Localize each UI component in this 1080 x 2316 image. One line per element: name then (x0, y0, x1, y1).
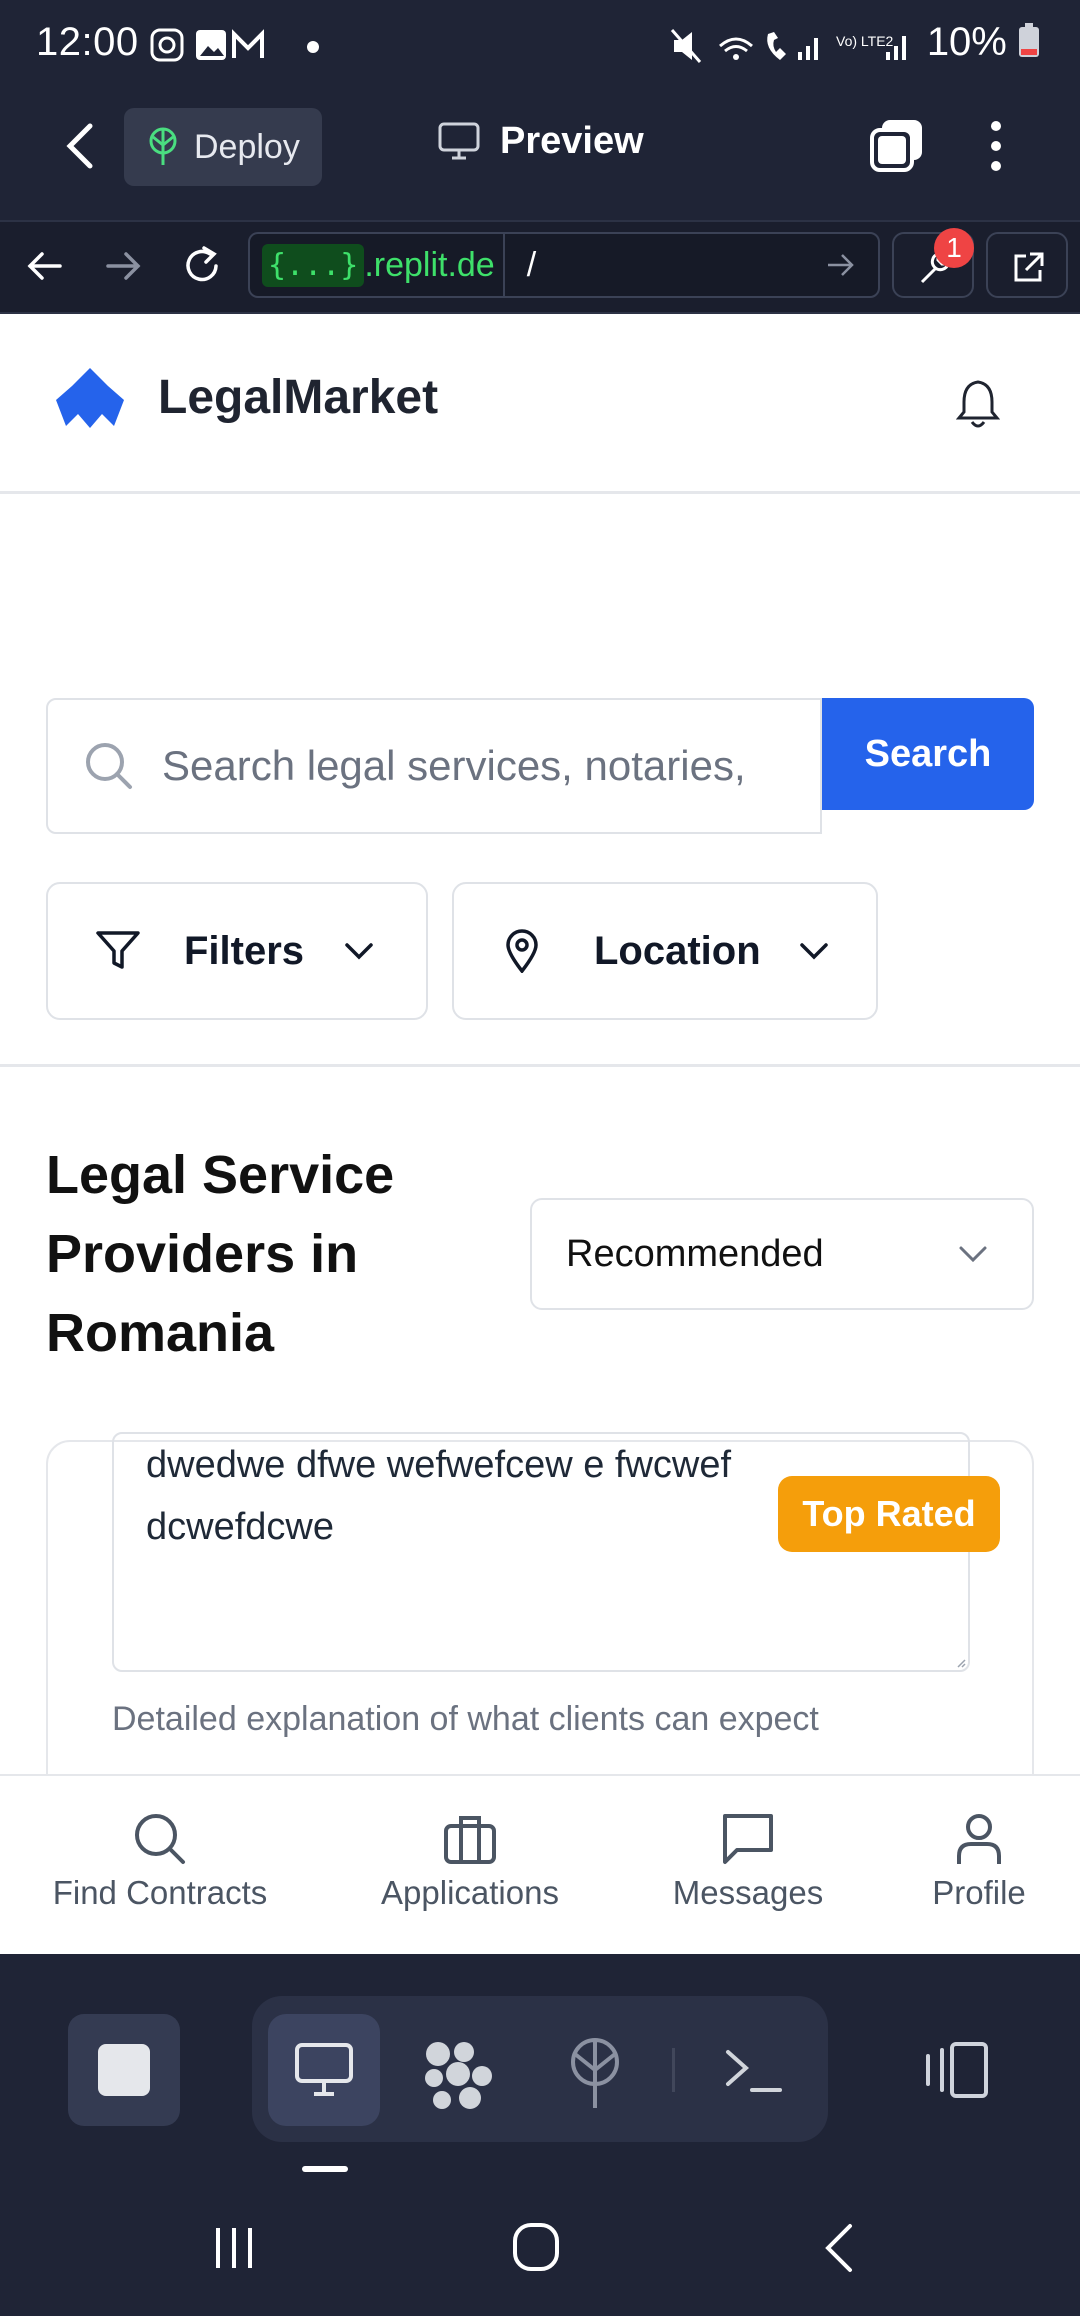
search-field[interactable]: Search legal services, notaries, (46, 698, 822, 834)
toolbar-separator (672, 2048, 675, 2092)
sort-select[interactable]: Recommended (530, 1198, 1034, 1310)
search-placeholder: Search legal services, notaries, (162, 742, 746, 789)
chevron-down-icon (959, 1246, 987, 1263)
section-title: Legal Service Providers in Romania (46, 1145, 395, 1363)
reload-icon[interactable] (180, 244, 224, 288)
nav-label: Profile (932, 1874, 1026, 1911)
external-link-icon (1014, 252, 1044, 282)
tabs-icon[interactable] (868, 116, 928, 176)
split-view-icon[interactable] (922, 2040, 992, 2100)
bell-icon[interactable] (956, 378, 1000, 430)
description-textarea[interactable]: dwedwe dfwe wefwefcew e fwcwef dcwefdcwe (112, 1432, 970, 1672)
chevron-down-icon (345, 943, 373, 960)
section-divider (0, 1064, 1080, 1067)
deploy-button[interactable]: Deploy (124, 108, 322, 186)
nav-label: Applications (381, 1874, 559, 1911)
monitor-icon (295, 2043, 353, 2096)
app-viewport: LegalMarket Search legal services, notar… (0, 314, 1080, 1954)
home-icon[interactable] (512, 2222, 560, 2272)
nav-applications[interactable]: Applications (350, 1776, 590, 1954)
dot-icon (307, 41, 319, 53)
user-icon (957, 1814, 1001, 1864)
notification-badge: 1 (934, 228, 974, 268)
terminal-icon[interactable] (724, 2046, 784, 2096)
app-header: LegalMarket (0, 314, 1080, 494)
network-label: Vo) LTE2 (836, 33, 894, 49)
browser-back-icon[interactable] (24, 248, 64, 284)
preview-tool-button[interactable] (268, 2014, 380, 2126)
preview-label: Preview (500, 120, 644, 162)
search-icon (135, 1814, 185, 1864)
search-icon (86, 743, 132, 789)
workspace-tool-icon[interactable] (424, 2040, 494, 2110)
url-host-chip: {...} (262, 243, 365, 287)
browser-forward-icon[interactable] (104, 248, 144, 284)
filters-label: Filters (184, 928, 305, 973)
battery-icon (1019, 23, 1039, 57)
stop-button[interactable] (68, 2014, 180, 2126)
resize-handle-icon[interactable] (956, 1658, 966, 1668)
nav-label: Find Contracts (52, 1874, 268, 1911)
nav-find-contracts[interactable]: Find Contracts (40, 1776, 280, 1954)
filters-button[interactable]: Filters (46, 882, 428, 1020)
deploy-label: Deploy (194, 127, 300, 166)
toolbar-indicator (302, 2166, 348, 2172)
recent-apps-icon[interactable] (212, 2226, 256, 2270)
description-text: dwedwe dfwe wefwefcew e fwcwef dcwefdcwe (146, 1444, 732, 1548)
brand-name: LegalMarket (158, 371, 439, 424)
briefcase-icon (444, 1816, 496, 1864)
url-host: .replit.de (364, 245, 495, 284)
more-vertical-icon[interactable] (984, 118, 1008, 174)
chevron-down-icon (799, 943, 828, 960)
status-time: 12:00 (36, 20, 139, 64)
deploy-tool-icon[interactable] (562, 2036, 628, 2110)
top-rated-badge: Top Rated (778, 1476, 1000, 1552)
url-input[interactable]: {...} .replit.de / (248, 232, 880, 298)
back-chevron-icon[interactable] (60, 120, 100, 172)
sort-selected-value: Recommended (566, 1232, 824, 1275)
description-hint: Detailed explanation of what clients can… (112, 1700, 819, 1738)
bottom-nav: Find Contracts Applications Messages Pro… (0, 1774, 1080, 1954)
nav-profile[interactable]: Profile (884, 1776, 1074, 1954)
url-path: / (526, 245, 537, 284)
brand-logo-icon (56, 368, 124, 428)
filter-icon (96, 931, 140, 969)
open-external-button[interactable] (986, 232, 1068, 298)
search-button[interactable]: Search (822, 698, 1034, 810)
go-arrow-icon[interactable] (826, 251, 856, 279)
url-separator (502, 233, 505, 297)
status-bar: 12:00 Vo) LTE2 10% (0, 0, 1080, 92)
preview-tab[interactable]: Preview (438, 120, 644, 163)
notification-icons (150, 28, 264, 62)
message-icon (723, 1814, 773, 1864)
location-button[interactable]: Location (452, 882, 878, 1020)
nav-messages[interactable]: Messages (628, 1776, 868, 1954)
deploy-icon (149, 127, 177, 165)
monitor-icon (438, 122, 480, 159)
nav-label: Messages (672, 1874, 824, 1911)
battery-level: 10% (927, 20, 1040, 65)
system-back-icon[interactable] (820, 2222, 860, 2274)
stop-icon (98, 2044, 150, 2096)
map-pin-icon (506, 929, 538, 973)
system-status-icons: Vo) LTE2 (670, 29, 906, 63)
location-label: Location (594, 928, 761, 973)
